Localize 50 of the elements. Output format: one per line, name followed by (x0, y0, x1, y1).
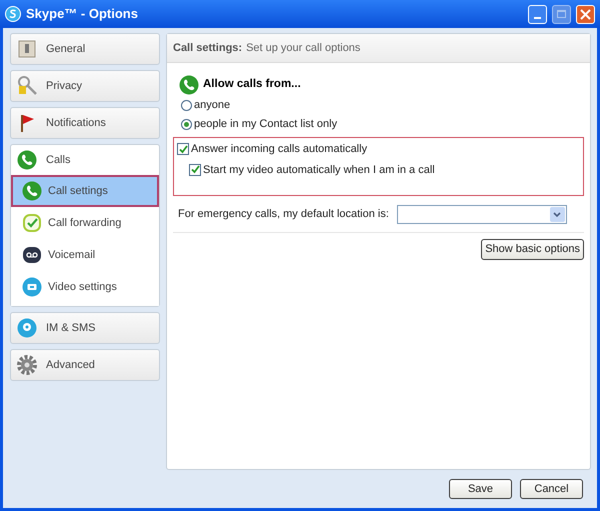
sidebar-subitem[interactable]: Video settings (11, 271, 159, 303)
sidebar-item[interactable]: Calls (11, 145, 159, 175)
sidebar-label: Notifications (46, 116, 106, 131)
location-label: For emergency calls, my default location is: (178, 207, 389, 222)
voicemail-icon (22, 245, 42, 265)
minimize-icon (534, 16, 541, 18)
show-basic-options-button[interactable]: Show basic options (481, 239, 584, 260)
checkbox-option[interactable]: Start my video automatically when I am in a call (177, 162, 583, 178)
phone-icon (17, 150, 37, 170)
sidebar-item[interactable]: Notifications (10, 107, 160, 139)
radio-option[interactable]: people in my Contact list only (173, 115, 584, 133)
panel-subtitle: Set up your call options (246, 40, 360, 56)
gear-icon (16, 354, 38, 376)
sidebar-label: General (46, 42, 86, 57)
sidebar-sublabel: Call settings (48, 184, 108, 199)
app-logo-icon (5, 6, 21, 22)
sidebar-sublabel: Voicemail (48, 248, 96, 263)
checkbox-option[interactable]: Answer incoming calls automatically (177, 141, 583, 158)
dropdown-caret-icon (553, 212, 562, 218)
check-bubble-icon (22, 213, 42, 233)
maximize-icon (557, 10, 566, 18)
phone-icon (179, 75, 199, 95)
close-button[interactable] (576, 4, 595, 24)
chat-icon (17, 318, 37, 338)
sidebar-item[interactable]: Advanced (10, 349, 160, 381)
sidebar-subitem[interactable]: Call settings (11, 175, 159, 207)
sidebar-sublabel: Video settings (48, 280, 117, 295)
sidebar-subitem[interactable]: Call forwarding (11, 207, 159, 239)
dialog-button[interactable]: Save (449, 479, 512, 499)
sidebar-item[interactable]: IM & SMS (10, 312, 160, 344)
phone-icon (22, 181, 42, 201)
sidebar-label: Advanced (46, 358, 95, 373)
radio-option[interactable]: anyone (173, 96, 584, 114)
sidebar-sublabel: Call forwarding (48, 216, 122, 231)
sidebar-subitem[interactable]: Voicemail (11, 239, 159, 271)
sidebar-item[interactable]: General (10, 33, 160, 65)
sidebar-label: IM & SMS (46, 320, 96, 336)
sidebar-item[interactable]: Privacy (10, 70, 160, 102)
dialog-button[interactable]: Cancel (520, 479, 583, 499)
panel-title: Call settings: (173, 40, 242, 56)
minimize-button[interactable] (528, 4, 547, 24)
switch-icon (17, 39, 37, 59)
sidebar-label: Privacy (46, 78, 82, 94)
sidebar-label: Calls (46, 152, 70, 168)
close-icon (580, 8, 591, 20)
window-title: Skype™ - Options (26, 5, 139, 24)
section-heading: Allow calls from... (203, 77, 301, 92)
video-icon (22, 277, 42, 297)
location-dropdown[interactable] (396, 205, 567, 224)
maximize-button[interactable] (552, 4, 571, 24)
